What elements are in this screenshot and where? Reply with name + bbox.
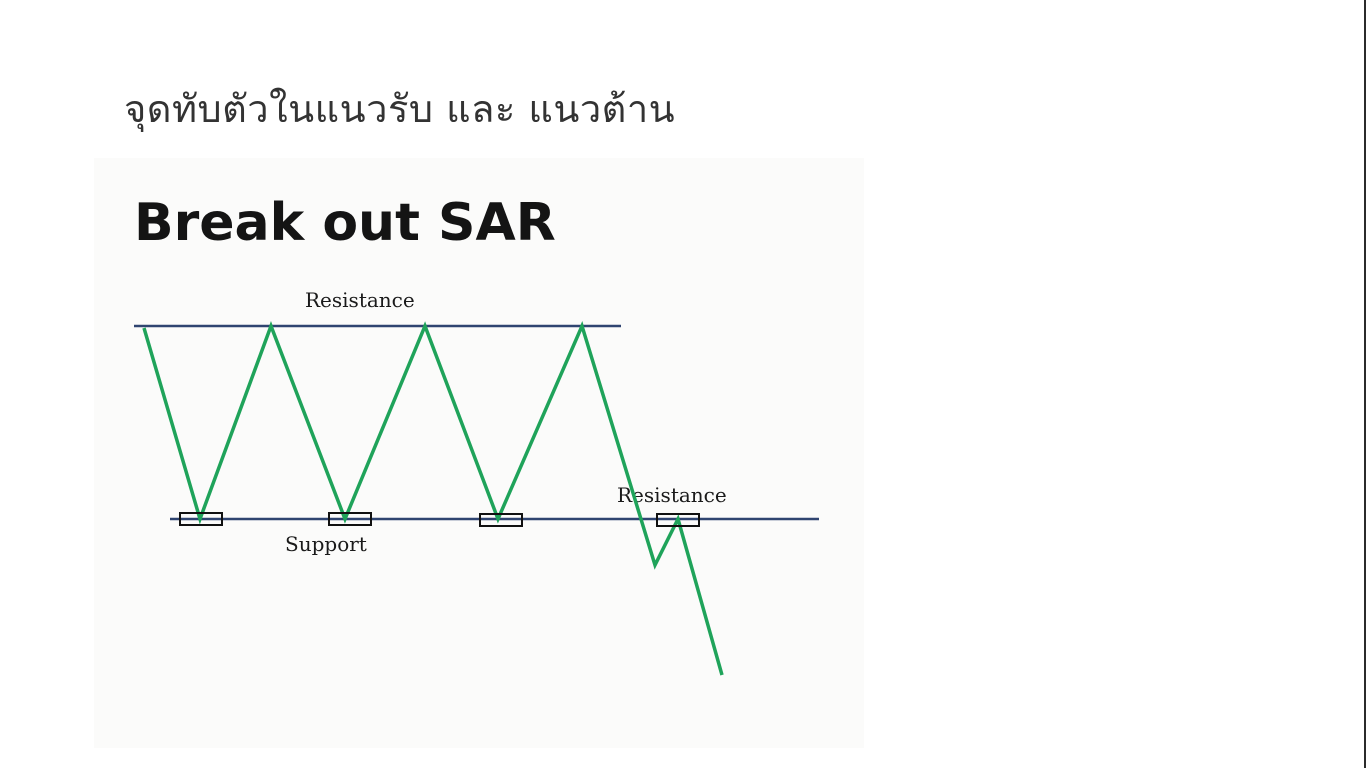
slide-title: จุดทับตัวในแนวรับ และ แนวต้าน: [124, 87, 676, 131]
price-line: [142, 320, 724, 676]
resistance-label: Resistance: [305, 288, 415, 312]
support-label: Support: [285, 532, 367, 556]
diagram-canvas: Break out SAR Resistance Support Resista…: [134, 193, 819, 676]
diagram-heading: Break out SAR: [134, 193, 556, 253]
slide: จุดทับตัวในแนวรับ และ แนวต้าน Break out …: [0, 0, 1366, 768]
breakout-sar-diagram: Break out SAR Resistance Support Resista…: [94, 158, 864, 748]
